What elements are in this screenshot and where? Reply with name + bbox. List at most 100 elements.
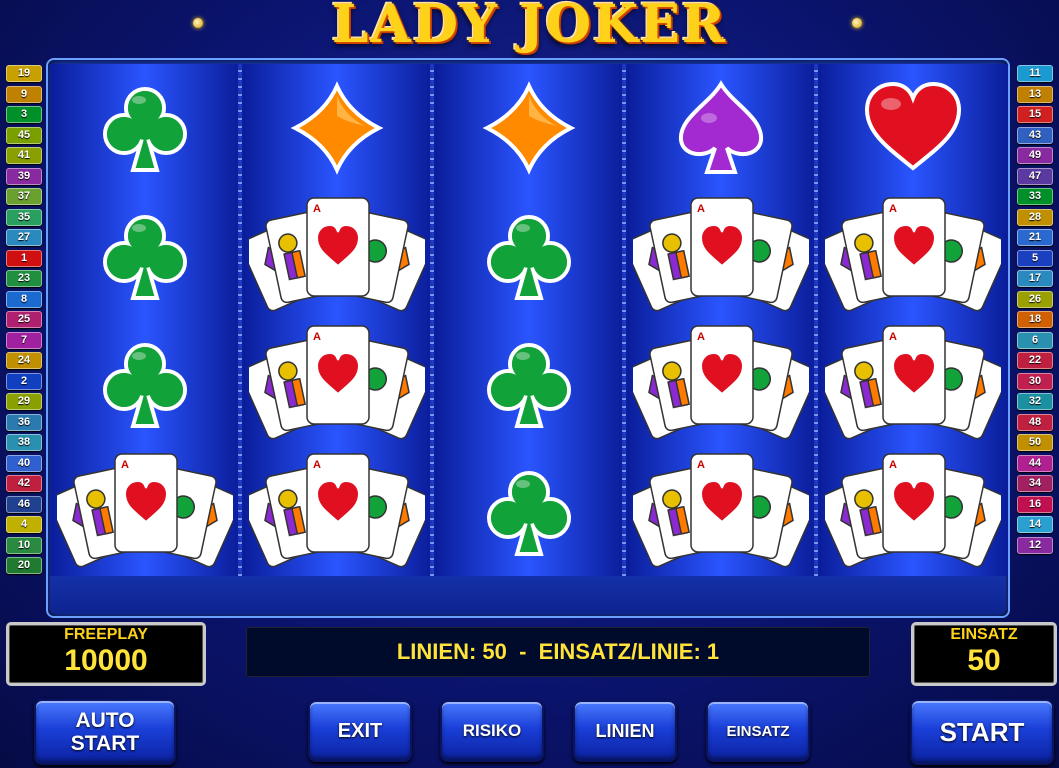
symbol-cards-icon: A [626,448,816,576]
freeplay-label: FREEPLAY [64,626,148,643]
risiko-button[interactable]: RISIKO [440,700,544,762]
left-line-badge-37: 37 [6,188,42,205]
svg-text:A: A [889,203,897,215]
symbol-cards-icon: A [818,320,1008,448]
auto-start-label-2: START [70,732,140,755]
reel-1: A [50,64,240,576]
einsatz-panel: EINSATZ 50 [911,622,1057,686]
freeplay-panel: FREEPLAY 10000 [6,622,206,686]
reel-3 [434,64,624,576]
right-line-badge-13: 13 [1017,85,1053,103]
left-line-badge-7: 7 [6,331,42,349]
symbol-cards-icon: A [818,192,1008,320]
symbol-cards-icon: A [50,448,240,576]
left-line-badge-1: 1 [6,249,42,267]
reel-2: A A A [242,64,432,576]
linien-button[interactable]: LINIEN [573,700,677,762]
title-ornament-right [852,18,862,28]
symbol-club-icon [50,64,240,192]
svg-text:A: A [121,459,129,471]
right-line-badge-26: 26 [1017,290,1053,308]
symbol-club-icon [50,320,240,448]
left-line-badge-10: 10 [6,536,42,554]
right-line-badge-12: 12 [1017,536,1053,554]
right-line-badge-33: 33 [1017,188,1053,205]
left-line-badge-46: 46 [6,495,42,513]
right-line-badge-47: 47 [1017,167,1053,185]
einsatz-value: 50 [967,644,1001,677]
bet-info-bar: LINIEN: 50 - EINSATZ/LINIE: 1 [246,627,870,677]
left-line-badge-42: 42 [6,475,42,492]
right-line-badge-32: 32 [1017,393,1053,410]
right-line-badge-22: 22 [1017,352,1053,369]
left-line-badge-39: 39 [6,167,42,185]
reel-area: A A A A A A A A A A [48,60,1008,616]
left-line-badge-8: 8 [6,290,42,308]
right-line-badge-50: 50 [1017,434,1053,451]
left-line-indicators: 19 9 3 45 41 39 37 35 27 1 23 8 25 7 24 2 29 36 38 40 42 46 4 1… [6,65,42,578]
left-line-badge-4: 4 [6,516,42,533]
right-line-badge-28: 28 [1017,208,1053,226]
right-line-badge-15: 15 [1017,106,1053,123]
symbol-club-icon [50,192,240,320]
right-line-badge-11: 11 [1017,65,1053,82]
svg-text:A: A [697,459,705,471]
left-line-badge-20: 20 [6,557,42,574]
left-line-badge-3: 3 [6,106,42,123]
exit-button[interactable]: EXIT [308,700,412,762]
left-line-badge-40: 40 [6,454,42,472]
svg-text:A: A [889,459,897,471]
symbol-cards-icon: A [626,192,816,320]
svg-text:A: A [313,203,321,215]
symbol-club-icon [434,320,624,448]
left-line-badge-38: 38 [6,434,42,451]
reel-bottom-bar [50,576,1006,614]
left-line-badge-24: 24 [6,352,42,369]
right-line-badge-21: 21 [1017,229,1053,246]
right-line-badge-44: 44 [1017,454,1053,472]
right-line-badge-16: 16 [1017,495,1053,513]
symbol-cards-icon: A [626,320,816,448]
start-button[interactable]: START [910,699,1054,765]
symbol-cards-icon: A [242,192,432,320]
left-line-badge-29: 29 [6,393,42,410]
svg-text:A: A [313,459,321,471]
right-line-badge-6: 6 [1017,331,1053,349]
left-line-badge-9: 9 [6,85,42,103]
einsatz-label: EINSATZ [950,626,1018,643]
left-line-badge-36: 36 [6,413,42,431]
auto-start-button[interactable]: AUTO START [34,699,176,765]
right-line-badge-34: 34 [1017,475,1053,492]
right-line-badge-49: 49 [1017,147,1053,164]
einsatz-button[interactable]: EINSATZ [706,700,810,762]
right-line-badge-5: 5 [1017,249,1053,267]
left-line-badge-23: 23 [6,270,42,287]
symbol-spade-icon [626,64,816,192]
auto-start-label-1: AUTO [75,709,135,732]
symbol-club-icon [434,192,624,320]
left-line-badge-19: 19 [6,65,42,82]
svg-text:A: A [889,331,897,343]
symbol-cards-icon: A [242,320,432,448]
right-line-badge-48: 48 [1017,413,1053,431]
left-line-badge-45: 45 [6,126,42,144]
game-title: LADY JOKER [331,0,728,55]
right-line-badge-18: 18 [1017,311,1053,328]
symbol-diamond-icon [434,64,624,192]
freeplay-value: 10000 [64,644,148,677]
right-line-badge-43: 43 [1017,126,1053,144]
svg-text:A: A [697,203,705,215]
symbol-cards-icon: A [242,448,432,576]
reel-5: A A A [818,64,1008,576]
left-line-badge-27: 27 [6,229,42,246]
left-line-badge-35: 35 [6,208,42,226]
left-line-badge-25: 25 [6,311,42,328]
svg-text:A: A [697,331,705,343]
symbol-club-icon [434,448,624,576]
right-line-indicators: 11 13 15 43 49 47 33 28 21 5 17 26 18 6 22 30 32 48 50 44 34… [1017,65,1053,557]
left-line-badge-2: 2 [6,372,42,390]
svg-text:A: A [313,331,321,343]
left-line-badge-41: 41 [6,147,42,164]
right-line-badge-17: 17 [1017,270,1053,287]
symbol-diamond-icon [242,64,432,192]
